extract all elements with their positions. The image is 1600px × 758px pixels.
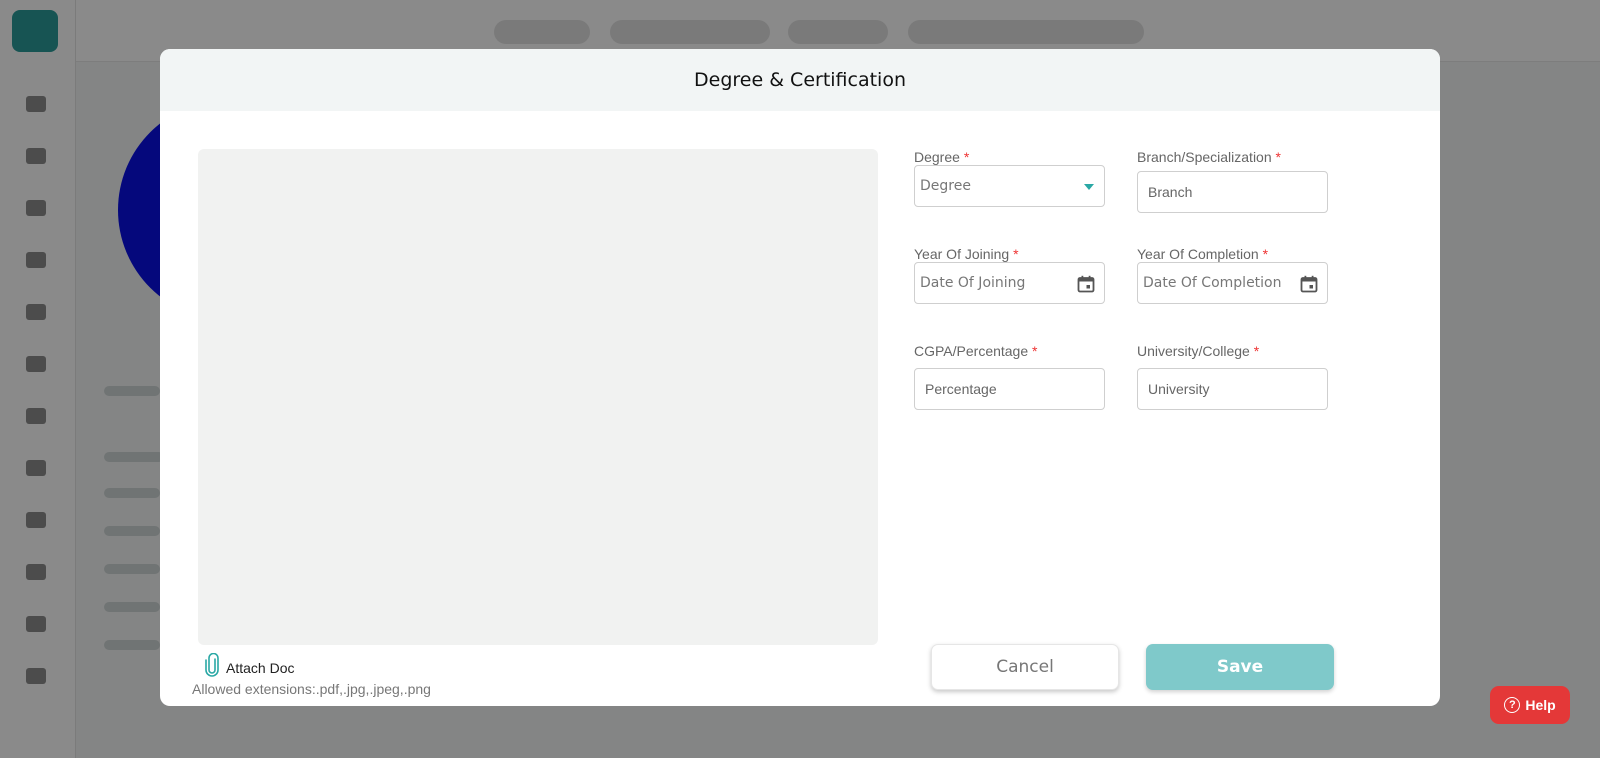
help-label: Help	[1525, 697, 1556, 713]
university-label: University/College *	[1137, 343, 1259, 359]
chevron-down-icon	[1084, 184, 1094, 190]
degree-selected-value: Degree	[920, 178, 971, 194]
university-label-text: University/College	[1137, 343, 1250, 359]
cgpa-input[interactable]: Percentage	[914, 368, 1105, 410]
year-completion-date-input[interactable]: Date Of Completion	[1137, 262, 1328, 304]
cgpa-placeholder: Percentage	[925, 381, 997, 397]
university-input[interactable]: University	[1137, 368, 1328, 410]
required-asterisk: *	[1253, 343, 1260, 359]
year-completion-label-text: Year Of Completion	[1137, 246, 1259, 262]
university-placeholder: University	[1148, 381, 1210, 397]
document-preview-area	[198, 149, 878, 645]
required-asterisk: *	[1013, 246, 1019, 262]
branch-label: Branch/Specialization *	[1137, 149, 1281, 165]
degree-label-text: Degree	[914, 149, 960, 165]
paperclip-icon	[204, 652, 220, 682]
branch-input[interactable]: Branch	[1137, 171, 1328, 213]
branch-label-text: Branch/Specialization	[1137, 149, 1272, 165]
degree-certification-modal: Degree & Certification Attach Doc Allowe…	[160, 49, 1440, 706]
required-asterisk: *	[1275, 149, 1281, 165]
year-joining-label-text: Year Of Joining	[914, 246, 1010, 262]
year-joining-placeholder: Date Of Joining	[920, 275, 1026, 291]
required-asterisk: *	[963, 149, 970, 165]
cancel-button[interactable]: Cancel	[931, 644, 1119, 690]
save-button[interactable]: Save	[1146, 644, 1334, 690]
year-completion-placeholder: Date Of Completion	[1143, 275, 1282, 291]
attach-doc-label: Attach Doc	[226, 659, 295, 676]
calendar-icon[interactable]	[1300, 275, 1318, 296]
year-joining-label: Year Of Joining *	[914, 246, 1019, 262]
cgpa-label-text: CGPA/Percentage	[914, 343, 1029, 359]
degree-select[interactable]: Degree	[914, 165, 1105, 207]
required-asterisk: *	[1032, 343, 1038, 359]
help-button[interactable]: ? Help	[1490, 686, 1570, 724]
calendar-icon[interactable]	[1077, 275, 1095, 296]
modal-header: Degree & Certification	[160, 49, 1440, 111]
allowed-extensions-text: Allowed extensions:.pdf,.jpg,.jpeg,.png	[192, 681, 431, 697]
modal-title: Degree & Certification	[694, 69, 906, 91]
attach-doc-button[interactable]: Attach Doc	[204, 652, 295, 682]
year-joining-date-input[interactable]: Date Of Joining	[914, 262, 1105, 304]
required-asterisk: *	[1262, 246, 1269, 262]
cgpa-label: CGPA/Percentage *	[914, 343, 1037, 359]
question-circle-icon: ?	[1504, 697, 1521, 713]
year-completion-label: Year Of Completion *	[1137, 246, 1268, 262]
degree-label: Degree *	[914, 149, 969, 165]
branch-placeholder: Branch	[1148, 184, 1193, 200]
